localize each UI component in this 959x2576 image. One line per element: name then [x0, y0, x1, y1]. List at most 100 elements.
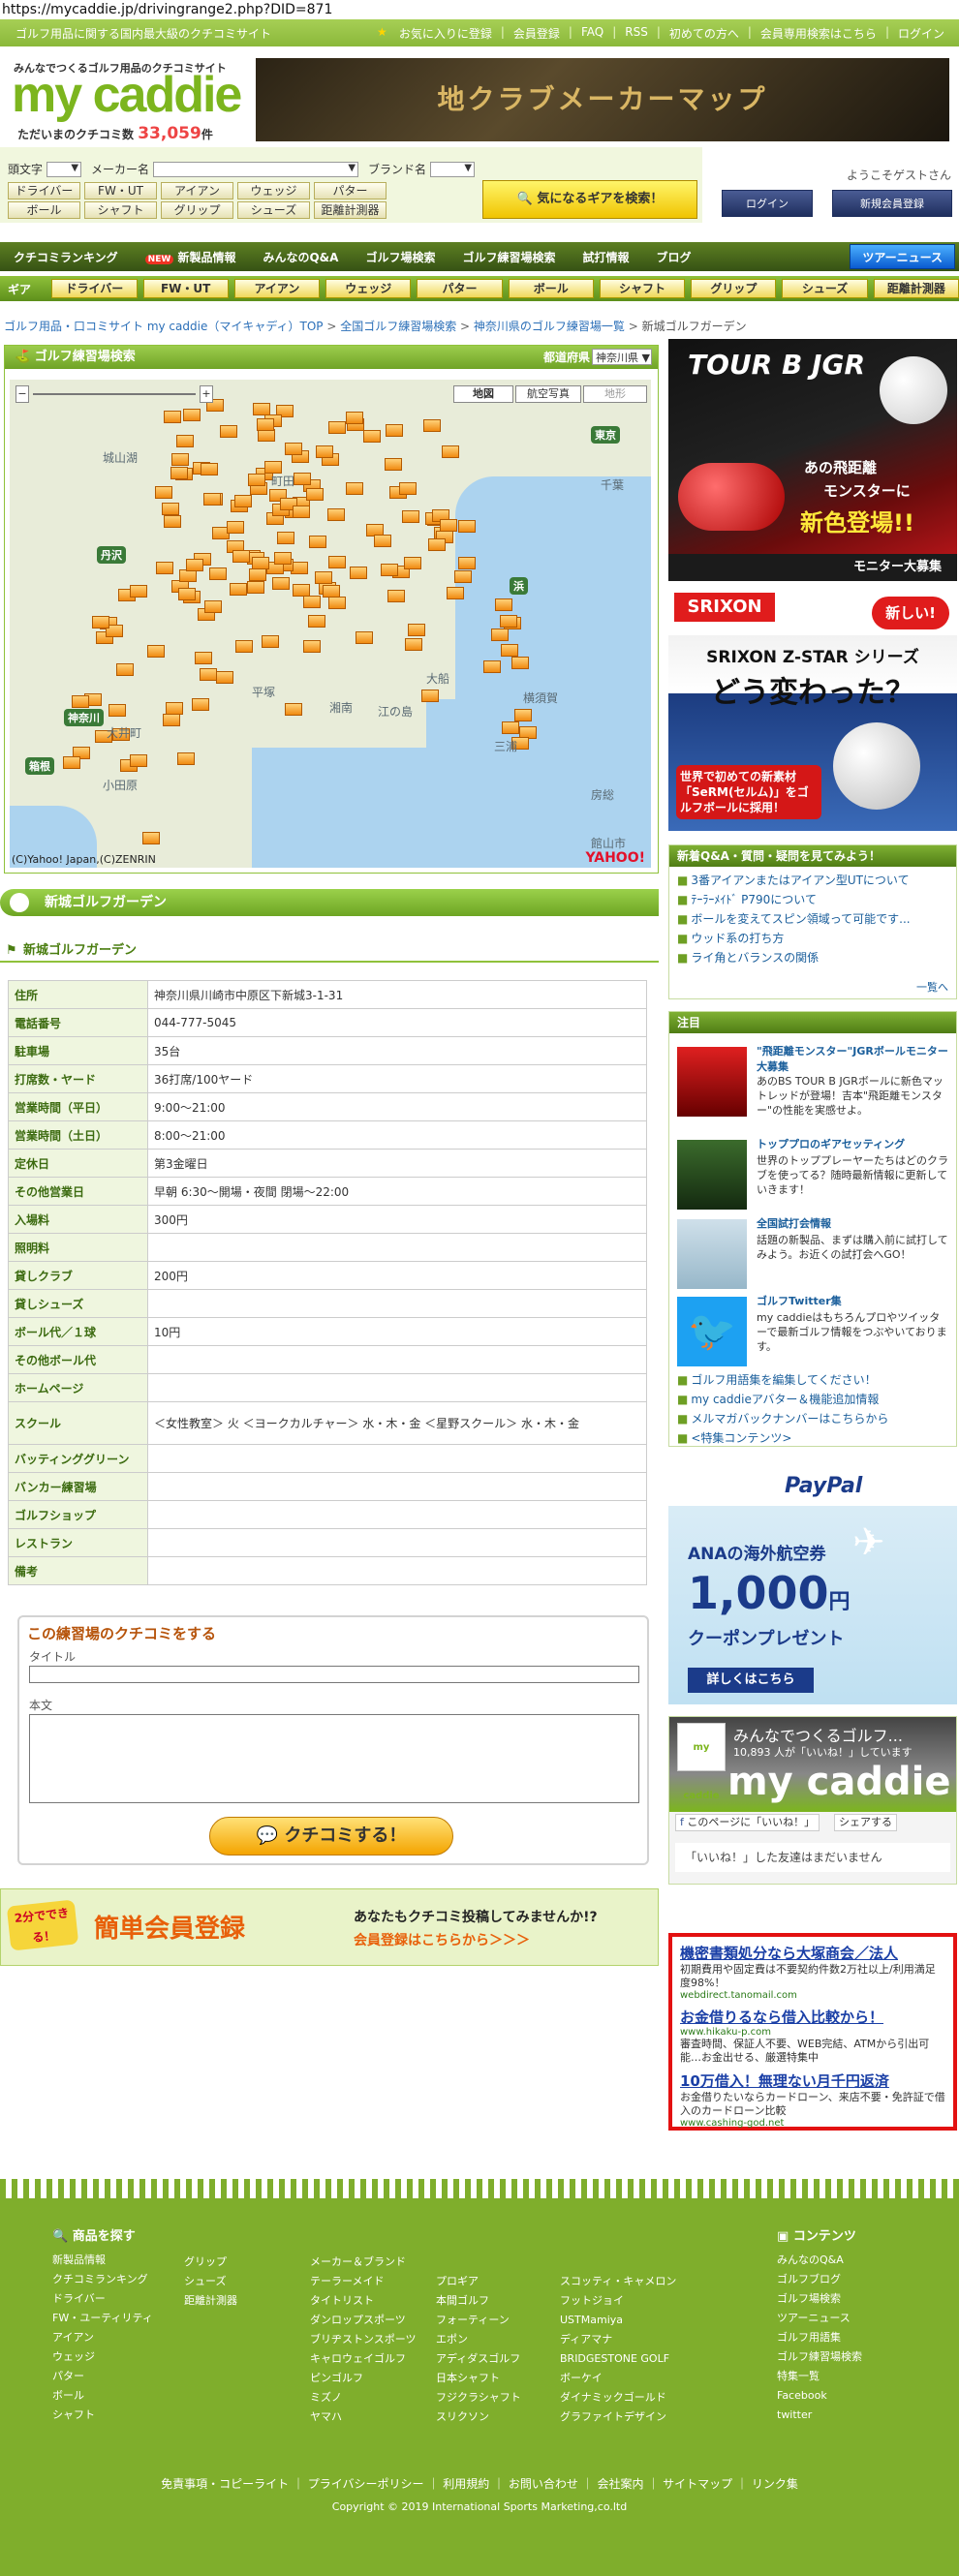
breadcrumb-top[interactable]: ゴルフ用品・口コミサイト my caddie（マイキャディ）TOP: [4, 320, 324, 333]
breadcrumb-range-search[interactable]: 全国ゴルフ練習場検索: [340, 320, 456, 333]
footer-link[interactable]: エポン: [436, 2330, 521, 2349]
range-pin-icon[interactable]: [511, 656, 530, 669]
range-pin-icon[interactable]: [178, 587, 197, 600]
text-ad-url[interactable]: webdirect.tanomail.com: [680, 1990, 945, 2001]
range-pin-icon[interactable]: [220, 424, 238, 438]
range-pin-icon[interactable]: [356, 631, 374, 645]
range-pin-icon[interactable]: [292, 505, 310, 518]
footer-link[interactable]: ヤマハ: [310, 2407, 417, 2427]
range-pin-icon[interactable]: [247, 581, 265, 595]
footer-link[interactable]: ブリヂストンスポーツ: [310, 2330, 417, 2349]
featured-title[interactable]: ゴルフTwitter集: [757, 1293, 950, 1308]
range-map[interactable]: 東京 丹沢 神奈川 箱根 平塚 湘南 江の島 横須賀 三浦 房総 大船 小田原 …: [10, 380, 651, 868]
jgr-ad[interactable]: TOUR B JGR あの飛距離 モンスターに 新色登場!! モニター大募集: [668, 339, 957, 581]
footer-link[interactable]: みんなのQ&A: [777, 2251, 862, 2270]
range-pin-icon[interactable]: [483, 660, 502, 674]
featured-item[interactable]: 全国試打会情報 話題の新製品、まずは購入前に試打してみよう。お近くの試打会へGO…: [677, 1215, 950, 1301]
range-pin-icon[interactable]: [513, 709, 532, 722]
footer-link[interactable]: ダンロップスポーツ: [310, 2311, 417, 2330]
paypal-ad[interactable]: PayPal ANAの海外航空券 1,000円 クーポンプレゼント 詳しくはこち…: [668, 1462, 957, 1704]
footer-link[interactable]: 距離計測器: [184, 2291, 237, 2311]
search-wedge[interactable]: ウェッジ: [237, 182, 310, 199]
footer-link[interactable]: ドライバー: [52, 2289, 153, 2309]
search-fw-ut[interactable]: FW・UT: [84, 182, 157, 199]
text-ad-title[interactable]: 機密書類処分なら大塚商会／法人: [680, 1943, 945, 1963]
favorite-link[interactable]: お気に入りに登録: [396, 25, 495, 42]
zoom-in-button[interactable]: +: [200, 385, 213, 403]
range-pin-icon[interactable]: [215, 671, 233, 685]
maker-select[interactable]: ▼: [153, 161, 359, 177]
range-pin-icon[interactable]: [408, 623, 426, 636]
range-pin-icon[interactable]: [499, 614, 517, 628]
text-ad-title[interactable]: お金借りるなら借入比較から！: [680, 2007, 945, 2027]
featured-item[interactable]: 🐦 ゴルフTwitter集 my caddieはもちろんプロやツイッターで最新ゴ…: [677, 1293, 950, 1378]
map-mode-map[interactable]: 地図: [453, 385, 513, 403]
search-shoes[interactable]: シューズ: [237, 201, 310, 219]
map-mode-terrain[interactable]: 地形: [583, 385, 647, 403]
footer-link[interactable]: twitter: [777, 2406, 862, 2425]
privacy-link[interactable]: プライバシーポリシー: [308, 2477, 424, 2491]
fb-page-title[interactable]: みんなでつくるゴルフ...: [733, 1723, 903, 1746]
gear-grip[interactable]: グリップ: [691, 279, 777, 298]
footer-link[interactable]: ゴルフ練習場検索: [777, 2347, 862, 2367]
footer-link[interactable]: クチコミランキング: [52, 2270, 153, 2289]
range-pin-icon[interactable]: [234, 495, 253, 508]
footer-link[interactable]: Facebook: [777, 2386, 862, 2406]
rss-link[interactable]: RSS: [622, 25, 651, 42]
avatar-link[interactable]: ■ my caddieアバター＆機能追加情報: [677, 1390, 950, 1409]
register-line2[interactable]: 会員登録はこちらから＞＞＞: [354, 1930, 530, 1949]
zoom-out-button[interactable]: −: [15, 385, 29, 403]
footer-link[interactable]: ボール: [52, 2386, 153, 2406]
range-pin-icon[interactable]: [350, 567, 367, 580]
beginner-link[interactable]: 初めての方へ: [666, 25, 742, 42]
footer-link[interactable]: シャフト: [52, 2406, 153, 2425]
range-pin-icon[interactable]: [363, 429, 382, 443]
gear-driver[interactable]: ドライバー: [51, 279, 138, 298]
faq-link[interactable]: FAQ: [578, 25, 606, 42]
gear-wedge[interactable]: ウェッジ: [325, 279, 412, 298]
breadcrumb-kanagawa[interactable]: 神奈川県のゴルフ練習場一覧: [474, 320, 625, 333]
jgr-monitor-button[interactable]: モニター大募集: [668, 554, 957, 581]
range-pin-icon[interactable]: [327, 508, 346, 522]
range-pin-icon[interactable]: [285, 442, 303, 455]
range-pin-icon[interactable]: [387, 589, 406, 602]
range-pin-icon[interactable]: [401, 509, 419, 523]
search-shaft[interactable]: シャフト: [84, 201, 157, 219]
range-pin-icon[interactable]: [141, 832, 160, 845]
text-ad-url[interactable]: www.hikaku-p.com: [680, 2027, 945, 2038]
range-pin-icon[interactable]: [175, 435, 194, 448]
register-link[interactable]: 会員登録: [510, 25, 563, 42]
range-pin-icon[interactable]: [203, 599, 222, 613]
review-title-input[interactable]: [29, 1666, 639, 1683]
qa-item[interactable]: ■ ボールを変えてスピン領域って可能です...: [677, 909, 948, 929]
map-mode-aerial[interactable]: 航空写真: [515, 385, 581, 403]
range-pin-icon[interactable]: [251, 557, 269, 570]
range-pin-icon[interactable]: [108, 703, 126, 717]
footer-link[interactable]: フォーティーン: [436, 2311, 521, 2330]
mailmag-link[interactable]: ■ メルマガバックナンバーはこちらから: [677, 1409, 950, 1428]
search-grip[interactable]: グリップ: [161, 201, 233, 219]
range-pin-icon[interactable]: [323, 585, 341, 598]
qa-item[interactable]: ■ ライ角とバランスの関係: [677, 948, 948, 967]
range-pin-icon[interactable]: [327, 597, 346, 610]
nav-tour-news[interactable]: ツアーニュース: [850, 244, 955, 269]
range-pin-icon[interactable]: [192, 697, 210, 711]
range-pin-icon[interactable]: [385, 424, 403, 438]
footer-link[interactable]: キャロウェイゴルフ: [310, 2349, 417, 2369]
range-pin-icon[interactable]: [203, 492, 222, 506]
range-pin-icon[interactable]: [303, 639, 322, 653]
range-pin-icon[interactable]: [199, 668, 217, 682]
range-pin-icon[interactable]: [273, 552, 292, 566]
search-putter[interactable]: パター: [314, 182, 387, 199]
range-pin-icon[interactable]: [305, 487, 324, 501]
range-pin-icon[interactable]: [182, 408, 201, 421]
search-iron[interactable]: アイアン: [161, 182, 233, 199]
range-pin-icon[interactable]: [454, 570, 473, 584]
nav-ranking[interactable]: クチコミランキング: [0, 249, 132, 265]
zoom-slider[interactable]: [33, 393, 196, 395]
range-pin-icon[interactable]: [155, 486, 172, 500]
gear-rangefinder[interactable]: 距離計測器: [873, 279, 959, 298]
footer-link[interactable]: USTMamiya: [560, 2311, 676, 2330]
footer-link[interactable]: テーラーメイド: [310, 2272, 417, 2291]
footer-link[interactable]: ゴルフブログ: [777, 2270, 862, 2289]
